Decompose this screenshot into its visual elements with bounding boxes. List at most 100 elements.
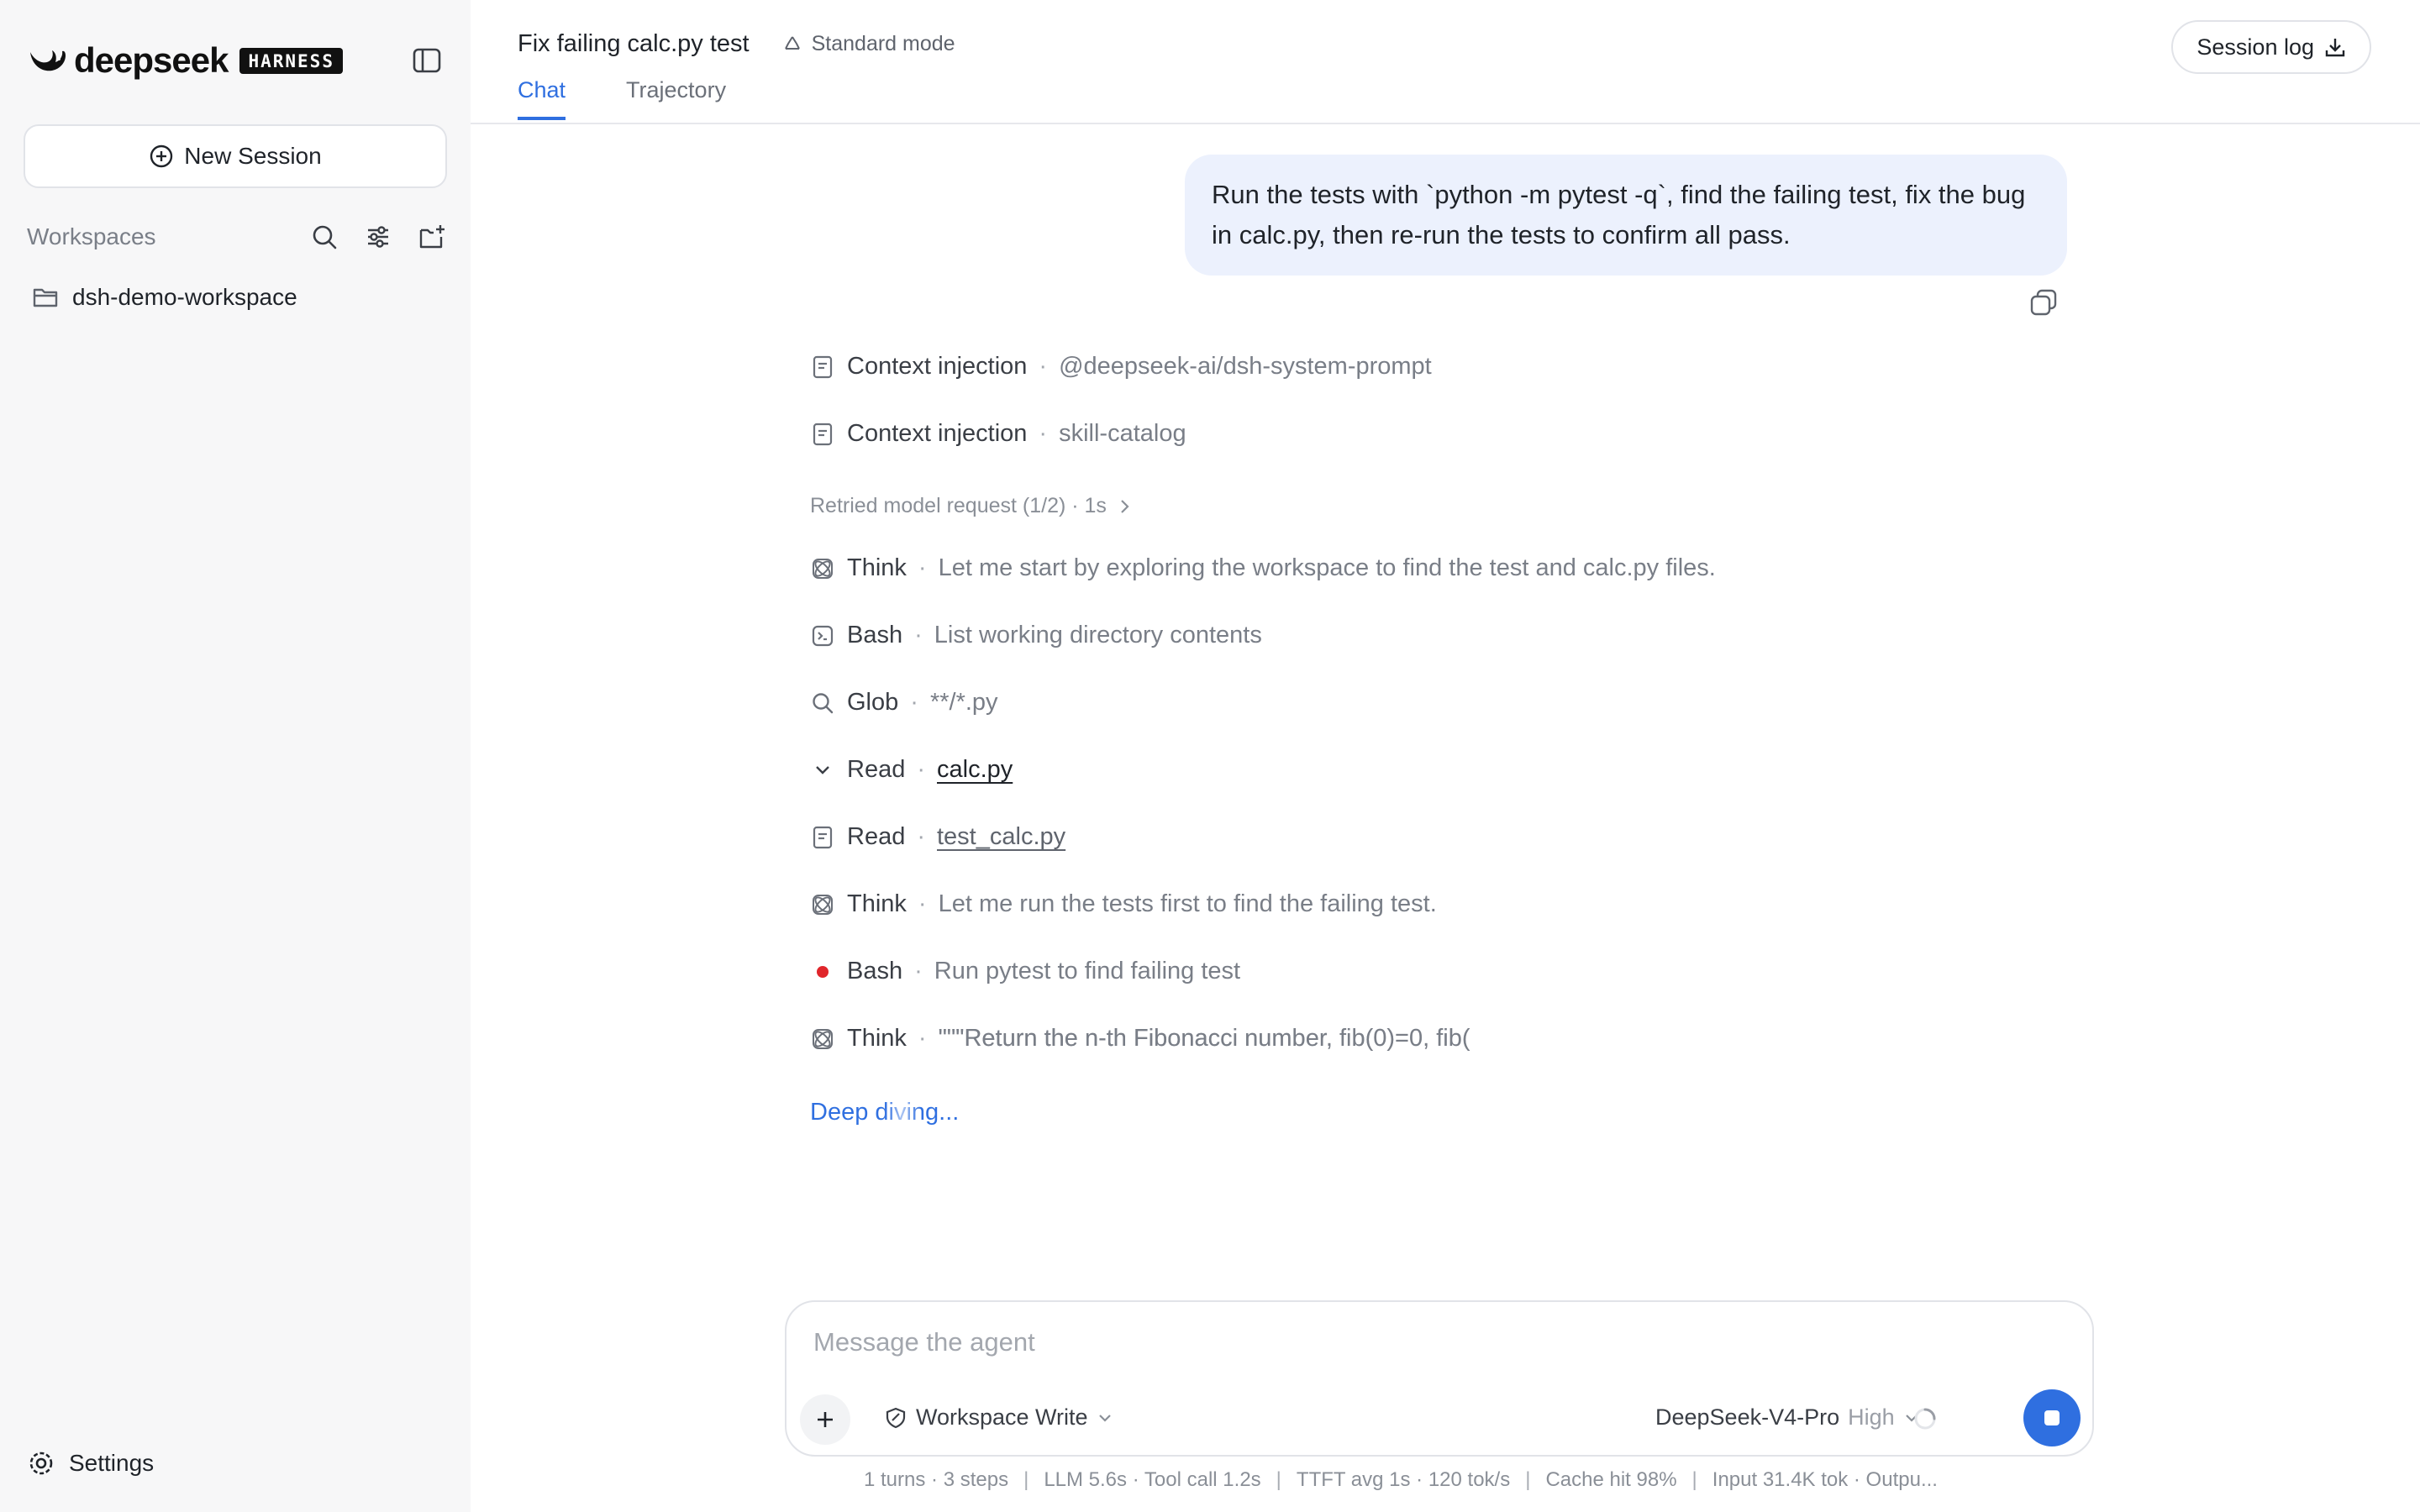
atom-icon: [813, 558, 833, 579]
search-icon: [813, 692, 834, 713]
permission-label: Workspace Write: [916, 1404, 1088, 1430]
step-detail: skill-catalog: [1059, 420, 1186, 447]
settings-label: Settings: [69, 1450, 155, 1476]
step-think[interactable]: Think · """Return the n-th Fibonacci num…: [810, 1025, 1470, 1053]
attach-button[interactable]: [800, 1394, 850, 1445]
stat-tokens: Input 31.4K tok · Outpu...: [1712, 1468, 1938, 1491]
step-name: Think: [847, 1025, 907, 1052]
retry-label: Retried model request (1/2) · 1s: [810, 494, 1107, 517]
step-detail: Let me start by exploring the workspace …: [938, 554, 1716, 581]
shield-edit-icon: [886, 1407, 906, 1428]
workspaces-header: Workspaces: [27, 220, 447, 254]
step-separator: ·: [1039, 420, 1048, 447]
stat-cache: Cache hit 98%: [1545, 1468, 1677, 1491]
step-separator: ·: [918, 554, 927, 581]
step-name: Context injection: [847, 353, 1028, 380]
session-log-button[interactable]: Session log: [2171, 20, 2371, 74]
step-detail-streaming: """Return the n-th Fibonacci number, fib…: [938, 1025, 1470, 1052]
step-context-injection[interactable]: Context injection · skill-catalog: [810, 420, 1186, 448]
filter-sliders-icon[interactable]: [363, 222, 393, 252]
step-detail: Let me run the tests first to find the f…: [938, 890, 1437, 917]
atom-icon: [813, 894, 833, 915]
tab-chat[interactable]: Chat: [518, 77, 566, 120]
document-icon: [813, 423, 833, 445]
step-name: Read: [847, 823, 906, 850]
app-window: deepseek HARNESS New Session Workspaces: [0, 0, 2420, 1512]
chevron-down-icon[interactable]: [813, 760, 833, 780]
step-detail: @deepseek-ai/dsh-system-prompt: [1059, 353, 1432, 380]
document-icon: [813, 826, 833, 848]
step-detail: **/*.py: [929, 689, 998, 716]
step-read[interactable]: Read · test_calc.py: [810, 823, 1065, 851]
step-detail: List working directory contents: [934, 622, 1262, 648]
step-separator: ·: [910, 689, 918, 716]
model-name: DeepSeek-V4-Pro: [1655, 1404, 1840, 1430]
download-icon: [2325, 39, 2345, 57]
workspace-item[interactable]: dsh-demo-workspace: [32, 284, 297, 311]
plus-circle-icon: [150, 144, 173, 168]
stat-turns: 1 turns · 3 steps: [864, 1468, 1009, 1491]
brand-badge: HARNESS: [239, 47, 343, 74]
step-name: Read: [847, 756, 906, 783]
step-name: Glob: [847, 689, 899, 716]
new-session-label: New Session: [184, 143, 322, 169]
document-icon: [813, 355, 833, 378]
model-selector[interactable]: DeepSeek-V4-Pro High: [1655, 1404, 1920, 1431]
whale-logo-icon: [30, 50, 66, 71]
plus-icon: [818, 1412, 833, 1427]
status-deep-diving: Deep diving...: [810, 1099, 960, 1126]
message-composer: Workspace Write DeepSeek-V4-Pro High: [785, 1300, 2094, 1457]
step-bash[interactable]: Bash · List working directory contents: [810, 622, 1262, 649]
step-separator: ·: [917, 823, 925, 850]
user-message-bubble: Run the tests with `python -m pytest -q`…: [1185, 155, 2067, 276]
brand-logo[interactable]: deepseek HARNESS: [27, 40, 343, 80]
step-context-injection[interactable]: Context injection · @deepseek-ai/dsh-sys…: [810, 353, 1432, 381]
sidebar-toggle-icon[interactable]: [410, 44, 444, 77]
step-bash-running[interactable]: Bash · Run pytest to find failing test: [810, 958, 1240, 985]
step-glob[interactable]: Glob · **/*.py: [810, 689, 998, 717]
file-link[interactable]: calc.py: [937, 756, 1013, 784]
tab-trajectory[interactable]: Trajectory: [626, 77, 726, 120]
step-name: Think: [847, 554, 907, 581]
recycle-icon: [784, 35, 800, 50]
mode-indicator[interactable]: Standard mode: [781, 32, 955, 56]
sidebar: deepseek HARNESS New Session Workspaces: [0, 0, 471, 1512]
copy-icon[interactable]: [2028, 287, 2059, 318]
step-read[interactable]: Read · calc.py: [810, 756, 1013, 784]
step-separator: ·: [1039, 353, 1048, 380]
workspace-item-label: dsh-demo-workspace: [72, 284, 297, 310]
step-name: Bash: [847, 958, 903, 984]
step-name: Bash: [847, 622, 903, 648]
step-separator: ·: [914, 622, 923, 648]
file-link[interactable]: test_calc.py: [937, 823, 1065, 851]
step-separator: ·: [918, 890, 927, 917]
new-folder-icon[interactable]: [417, 222, 447, 252]
brand-name: deepseek: [74, 40, 229, 80]
gear-icon: [29, 1452, 53, 1475]
chevron-right-icon: [1121, 499, 1129, 513]
step-think[interactable]: Think · Let me run the tests first to fi…: [810, 890, 1437, 918]
stop-button[interactable]: [2023, 1389, 2081, 1446]
running-dot-icon: [817, 965, 829, 978]
step-think[interactable]: Think · Let me start by exploring the wo…: [810, 554, 1716, 582]
tab-bar: Chat Trajectory: [518, 77, 726, 120]
search-icon[interactable]: [309, 222, 339, 252]
step-separator: ·: [918, 1025, 927, 1052]
step-name: Think: [847, 890, 907, 917]
message-input[interactable]: [813, 1327, 1990, 1357]
stat-ttft: TTFT avg 1s · 120 tok/s: [1296, 1468, 1511, 1491]
retry-notice[interactable]: Retried model request (1/2) · 1s: [810, 494, 1134, 518]
stop-icon: [2044, 1410, 2060, 1425]
step-name: Context injection: [847, 420, 1028, 447]
stat-llm: LLM 5.6s · Tool call 1.2s: [1044, 1468, 1261, 1491]
session-log-label: Session log: [2196, 34, 2314, 60]
loading-spinner-icon: [1914, 1408, 1936, 1430]
session-title: Fix failing calc.py test: [518, 30, 750, 57]
settings-button[interactable]: Settings: [27, 1449, 154, 1478]
atom-icon: [813, 1028, 833, 1049]
mode-label: Standard mode: [811, 32, 955, 55]
permission-selector[interactable]: Workspace Write: [884, 1404, 1113, 1431]
new-session-button[interactable]: New Session: [24, 124, 447, 188]
run-stats: 1 turns · 3 steps | LLM 5.6s · Tool call 1…: [864, 1468, 1938, 1491]
chevron-down-icon: [1098, 1414, 1111, 1422]
